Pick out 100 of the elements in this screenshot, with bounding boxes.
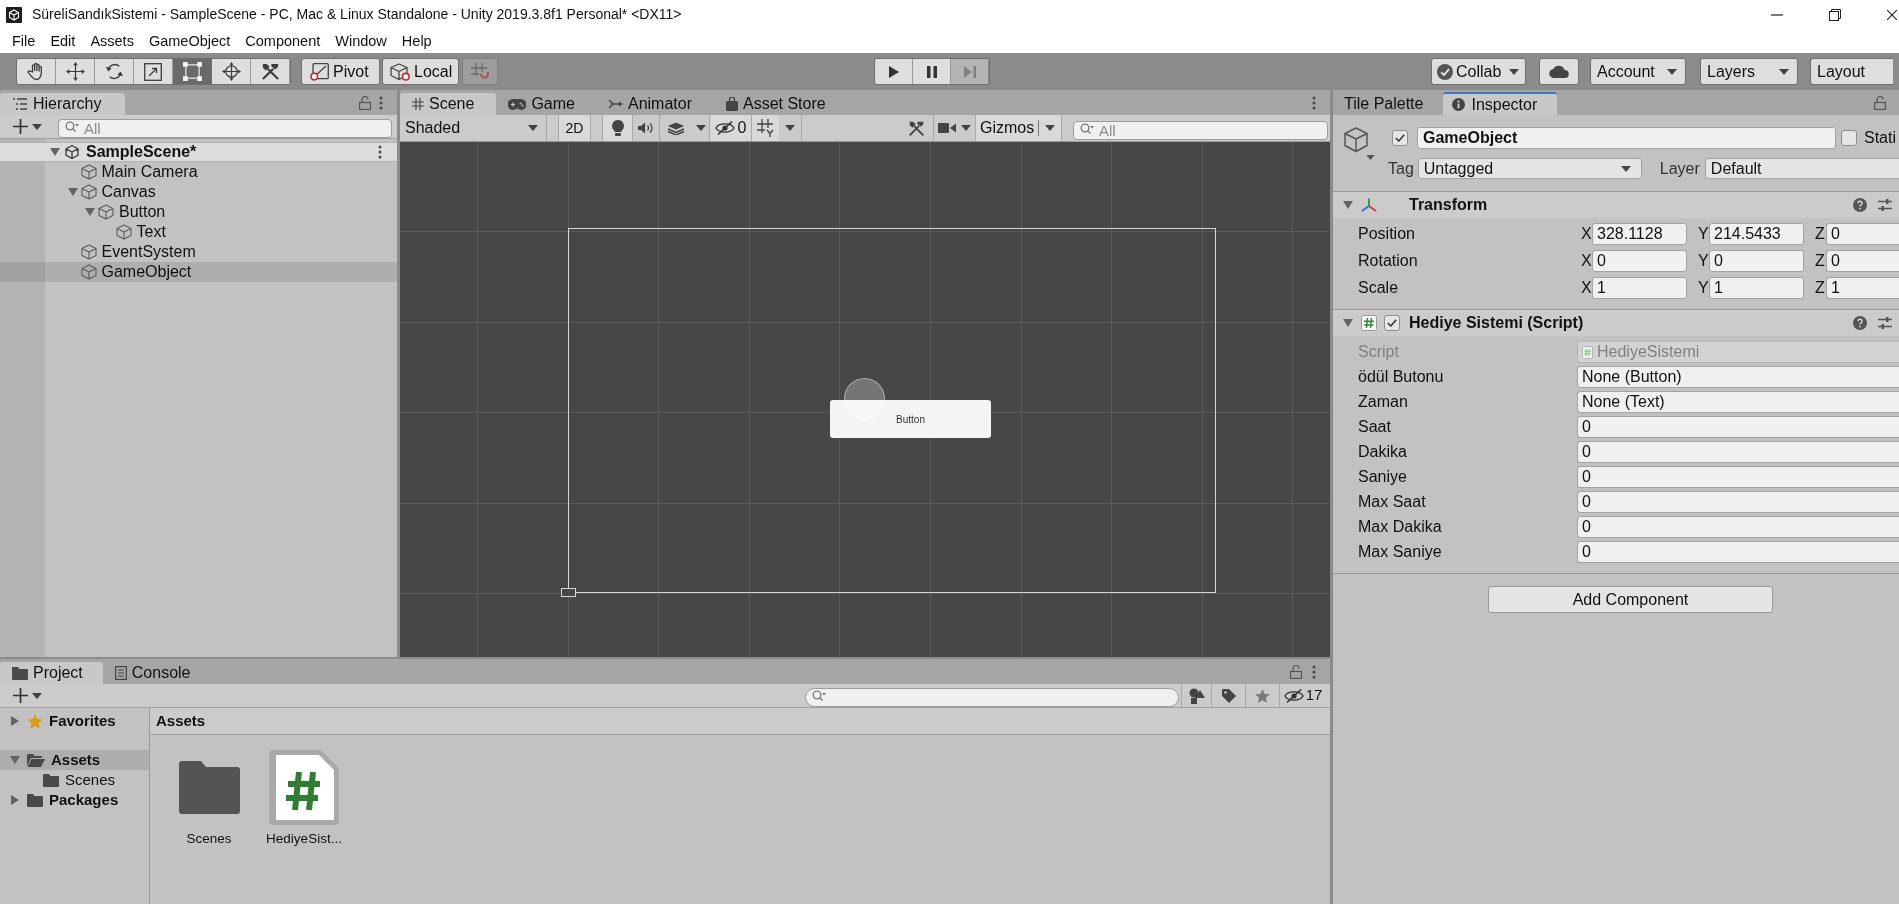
breadcrumb[interactable]: Assets bbox=[150, 708, 1330, 735]
number-field[interactable]: 0 bbox=[1826, 223, 1899, 245]
number-field[interactable]: 0 bbox=[1826, 250, 1899, 272]
cloud-button[interactable] bbox=[1539, 58, 1579, 85]
pivot-button[interactable]: Pivot bbox=[301, 58, 380, 85]
object-field[interactable]: None (Text) bbox=[1577, 391, 1899, 413]
lock-icon[interactable] bbox=[359, 95, 371, 110]
more-options-icon[interactable] bbox=[1312, 664, 1316, 679]
hierarchy-item[interactable]: Main Camera bbox=[0, 162, 397, 182]
menu-item[interactable]: Edit bbox=[50, 31, 76, 51]
more-options-icon[interactable] bbox=[378, 145, 382, 159]
scene-tab[interactable]: Scene bbox=[400, 93, 497, 115]
foldout-arrow-icon[interactable] bbox=[1343, 201, 1353, 209]
menu-item[interactable]: Window bbox=[335, 31, 387, 51]
hierarchy-item[interactable]: EventSystem bbox=[0, 242, 397, 262]
foldout-arrow-icon[interactable] bbox=[1343, 319, 1353, 327]
number-field[interactable]: 1 bbox=[1592, 277, 1687, 299]
sliders-icon[interactable] bbox=[1878, 316, 1892, 330]
number-field[interactable]: 0 bbox=[1577, 491, 1899, 513]
foldout-arrow-icon[interactable] bbox=[11, 716, 19, 726]
play-button[interactable] bbox=[875, 59, 913, 84]
tile-palette-tab[interactable]: Tile Palette bbox=[1335, 93, 1444, 115]
number-field[interactable]: 1 bbox=[1709, 277, 1804, 299]
menu-item[interactable]: File bbox=[12, 31, 36, 51]
close-icon[interactable] bbox=[1887, 9, 1897, 20]
draw-mode-dropdown[interactable]: Shaded bbox=[400, 115, 547, 141]
hierarchy-item[interactable]: Canvas bbox=[0, 182, 397, 202]
rect-tool-button[interactable] bbox=[173, 59, 212, 84]
lock-icon[interactable] bbox=[1874, 95, 1886, 110]
cube-icon[interactable] bbox=[1344, 127, 1368, 153]
lock-icon[interactable] bbox=[1290, 664, 1302, 679]
name-field[interactable]: GameObject bbox=[1417, 127, 1836, 149]
number-field[interactable]: 0 bbox=[1577, 416, 1899, 438]
minimize-icon[interactable] bbox=[1771, 13, 1783, 16]
custom-tool-button[interactable] bbox=[251, 59, 290, 84]
search-field[interactable] bbox=[805, 688, 1179, 707]
menu-item[interactable]: Help bbox=[401, 31, 432, 51]
hierarchy-item[interactable]: Text bbox=[0, 222, 397, 242]
folder-icon[interactable] bbox=[178, 760, 240, 814]
game-tab[interactable]: Game bbox=[496, 93, 597, 115]
transform-tool-button[interactable] bbox=[212, 59, 251, 84]
number-field[interactable]: 0 bbox=[1577, 516, 1899, 538]
menu-item[interactable]: Component bbox=[245, 31, 321, 51]
scale-tool-button[interactable] bbox=[134, 59, 173, 84]
mode-2d-button[interactable]: 2D bbox=[558, 115, 591, 141]
tag-dropdown[interactable]: Untagged bbox=[1417, 158, 1642, 179]
folder-tree-item[interactable]: Scenes bbox=[0, 770, 149, 790]
account-dropdown[interactable]: Account bbox=[1590, 58, 1686, 85]
local-button[interactable]: Local bbox=[382, 58, 459, 85]
move-tool-button[interactable] bbox=[56, 59, 95, 84]
project-tab[interactable]: Project bbox=[0, 662, 103, 684]
layer-dropdown[interactable]: Default bbox=[1704, 158, 1899, 179]
folder-tree-item[interactable]: Assets bbox=[0, 750, 149, 770]
number-field[interactable]: 0 bbox=[1577, 466, 1899, 488]
checkbox[interactable] bbox=[1392, 130, 1408, 146]
component-header[interactable]: Hediye Sistemi (Script) bbox=[1333, 309, 1899, 336]
gizmos-dropdown[interactable]: Gizmos bbox=[975, 115, 1062, 141]
caret-icon[interactable] bbox=[1366, 155, 1375, 160]
layers-dropdown[interactable]: Layers bbox=[1700, 58, 1798, 85]
search-field[interactable]: All bbox=[1073, 120, 1328, 140]
hierarchy-item[interactable]: Button bbox=[0, 202, 397, 222]
hierarchy-item[interactable]: GameObject bbox=[0, 262, 397, 282]
component-header[interactable]: Transform bbox=[1333, 191, 1899, 218]
rotate-tool-button[interactable] bbox=[95, 59, 134, 84]
checkbox[interactable] bbox=[1841, 130, 1857, 146]
script-file-icon[interactable] bbox=[269, 749, 339, 825]
sliders-icon[interactable] bbox=[1878, 198, 1892, 212]
folder-tree-item[interactable]: Favorites bbox=[0, 711, 149, 731]
pause-button[interactable] bbox=[913, 59, 951, 84]
menu-item[interactable]: GameObject bbox=[148, 31, 231, 51]
checkbox[interactable] bbox=[1384, 315, 1400, 331]
more-options-icon[interactable] bbox=[379, 95, 383, 110]
foldout-arrow-icon[interactable] bbox=[67, 188, 78, 196]
grid-toggle[interactable] bbox=[752, 115, 779, 141]
number-field[interactable]: 328.1128 bbox=[1592, 223, 1687, 245]
number-field[interactable]: 1 bbox=[1826, 277, 1899, 299]
help-icon[interactable] bbox=[1853, 316, 1867, 330]
inspector-tab[interactable]: Inspector bbox=[1443, 92, 1558, 115]
foldout-arrow-icon[interactable] bbox=[85, 208, 95, 216]
folder-tree-item[interactable]: Packages bbox=[0, 790, 149, 810]
create-button[interactable] bbox=[13, 688, 42, 703]
hierarchy-tab[interactable]: Hierarchy bbox=[0, 93, 125, 115]
help-icon[interactable] bbox=[1853, 198, 1867, 212]
menu-item[interactable]: Assets bbox=[90, 31, 134, 51]
search-field[interactable]: All bbox=[58, 119, 392, 138]
object-field[interactable]: None (Button) bbox=[1577, 366, 1899, 388]
scene-row[interactable]: SampleScene* bbox=[0, 142, 397, 162]
hidden-objects-button[interactable]: 0 bbox=[710, 115, 752, 141]
asset-store-tab[interactable]: Asset Store bbox=[714, 93, 848, 115]
hidden-packages-button[interactable]: 17 bbox=[1279, 684, 1326, 707]
layout-dropdown[interactable]: Layout bbox=[1810, 58, 1893, 85]
number-field[interactable]: 0 bbox=[1592, 250, 1687, 272]
number-field[interactable]: 0 bbox=[1577, 541, 1899, 563]
foldout-arrow-icon[interactable] bbox=[50, 148, 60, 156]
more-options-icon[interactable] bbox=[1312, 95, 1316, 110]
number-field[interactable]: 0 bbox=[1577, 441, 1899, 463]
animator-tab[interactable]: Animator bbox=[596, 93, 714, 115]
lighting-toggle[interactable] bbox=[602, 115, 633, 141]
add-component-button[interactable]: Add Component bbox=[1488, 586, 1773, 613]
number-field[interactable]: 0 bbox=[1709, 250, 1804, 272]
